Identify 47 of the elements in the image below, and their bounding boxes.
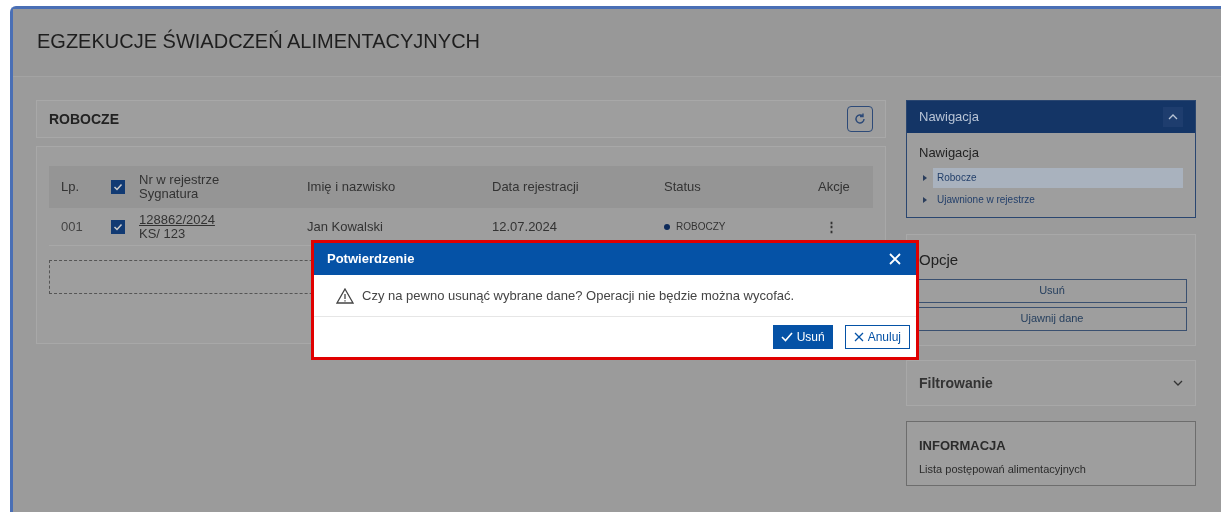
info-text: Lista postępowań alimentacyjnych [919, 461, 1087, 477]
column-header: Imię i nazwisko [307, 179, 396, 195]
column-header: Akcje [818, 179, 850, 195]
status-text: ROBOCZY [676, 220, 726, 234]
actions-menu[interactable]: ⋮ [825, 218, 838, 234]
select-all-checkbox[interactable] [111, 180, 125, 194]
check-icon [113, 182, 123, 192]
register-number-link[interactable]: 128862/2024 [139, 212, 215, 227]
close-icon [889, 253, 901, 265]
navigation-link[interactable]: Ujawnione w rejestrze [933, 189, 1183, 210]
table-cell: 12.07.2024 [492, 218, 558, 234]
info-title: INFORMACJA [919, 437, 1007, 455]
options-title: Opcje [918, 250, 960, 270]
page-title: EGZEKUCJE ŚWIADCZEŃ ALIMENTACYJNYCH [37, 28, 481, 54]
dialog-message: Czy na pewno usunąć wybrane dane? Operacji nie będzie można wycofać. [362, 286, 795, 305]
column-header: Lp. [61, 179, 80, 195]
row-number: 001 [61, 218, 83, 234]
chevron-down-icon [1173, 380, 1183, 386]
chevron-up-icon [1168, 114, 1178, 120]
option-button[interactable]: Usuń [917, 278, 1187, 303]
check-icon [113, 221, 123, 232]
column-header: Status [664, 179, 701, 195]
signature-text: KS/ 123 [139, 226, 187, 241]
filter-panel[interactable]: Filtrowanie [906, 360, 1196, 406]
close-icon [853, 332, 864, 342]
filter-title: Filtrowanie [919, 373, 993, 393]
column-header: Sygnatura [139, 187, 199, 201]
caret-icon [923, 174, 927, 181]
column-header: Data rejestracji [492, 179, 579, 195]
collapse-button[interactable] [1163, 107, 1183, 127]
table-cell: Jan Kowalski [307, 218, 383, 234]
section-title: ROBOCZE [49, 109, 119, 129]
navigation-title: Nawigacja [919, 144, 980, 162]
warning-icon [336, 287, 354, 304]
column-header: Nr w rejestrze [139, 173, 221, 187]
row-checkbox[interactable] [111, 219, 125, 234]
option-button[interactable]: Ujawnij dane [917, 306, 1187, 331]
navigation-link[interactable]: Robocze [933, 167, 1183, 188]
check-icon [780, 332, 793, 342]
refresh-button[interactable] [847, 106, 873, 132]
dialog-title: Potwierdzenie [327, 250, 415, 269]
cancel-button[interactable]: Anuluj [844, 325, 910, 349]
caret-icon [923, 196, 927, 203]
close-button[interactable] [889, 252, 903, 266]
refresh-icon [853, 112, 867, 126]
panel-header: Nawigacja [919, 108, 979, 127]
confirm-button[interactable]: Usuń [772, 325, 833, 349]
